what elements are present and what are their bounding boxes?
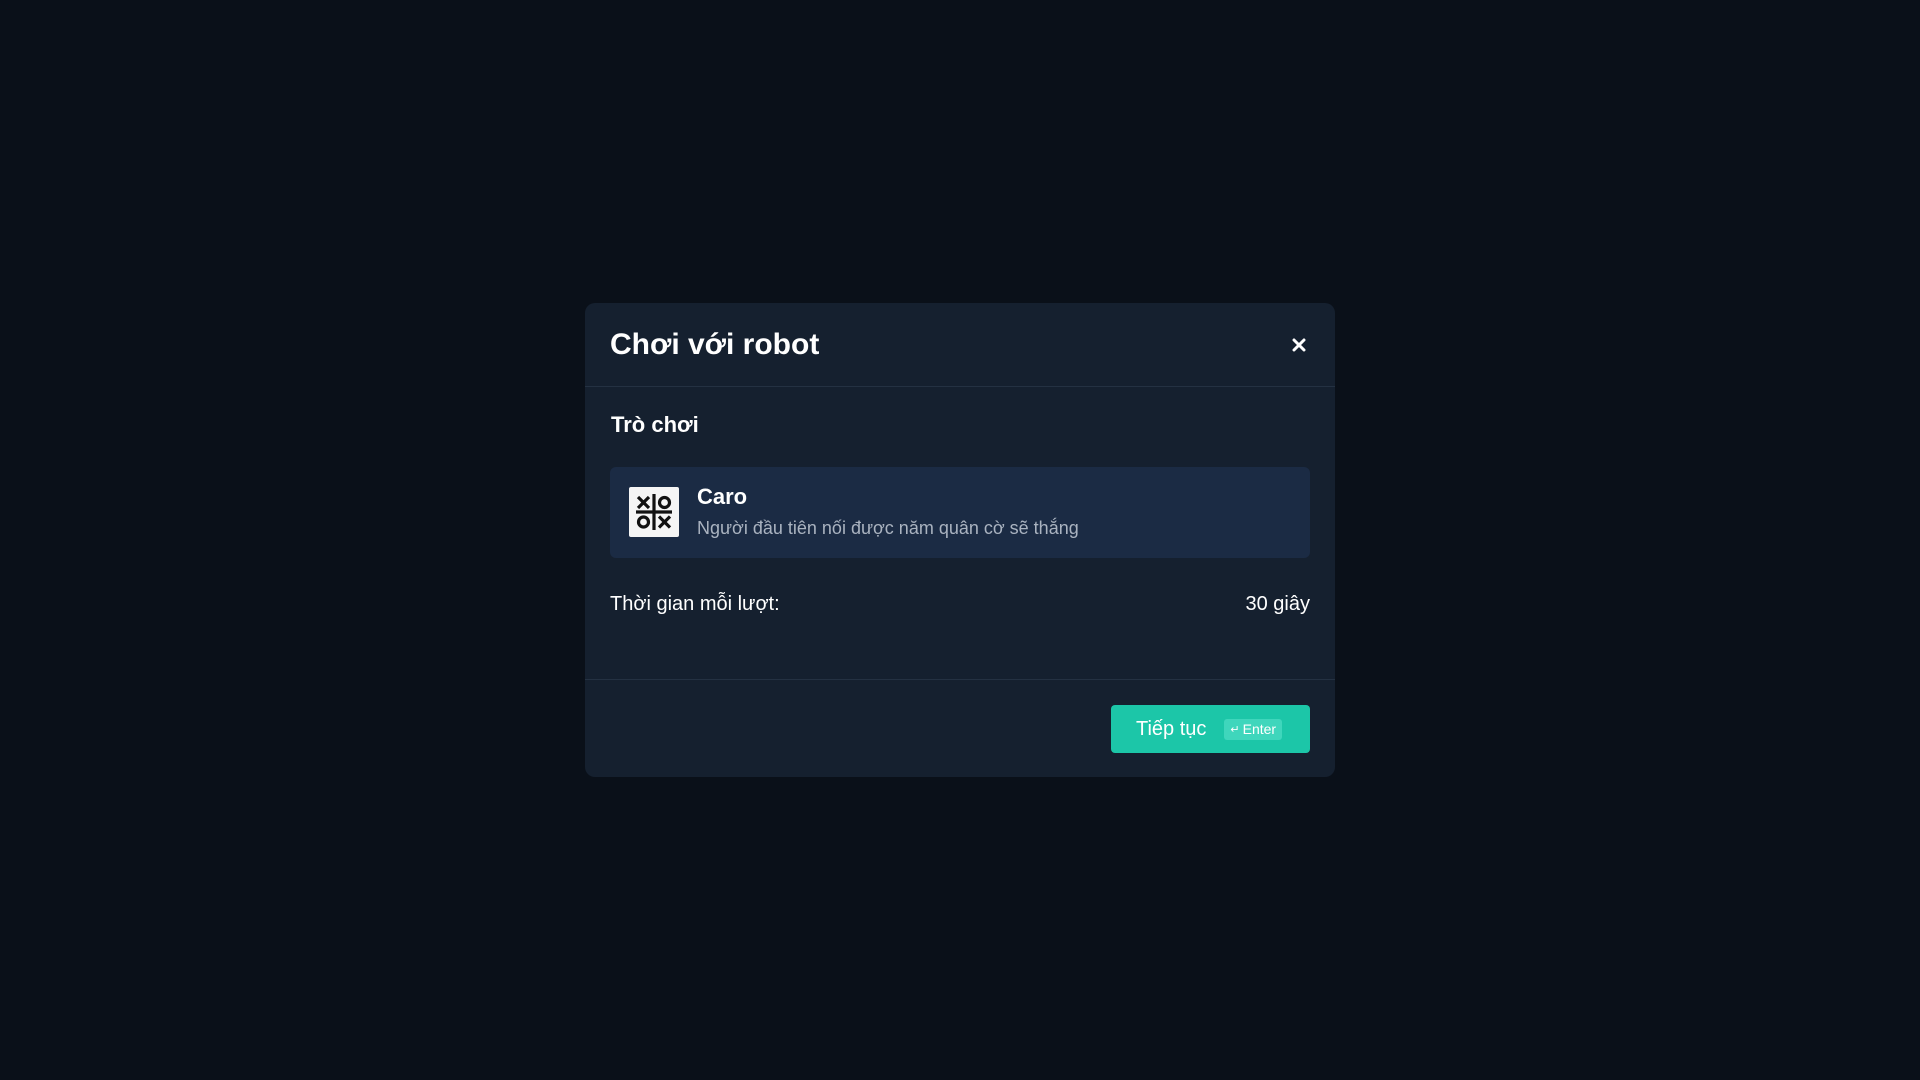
close-button[interactable] <box>1283 329 1315 361</box>
close-icon <box>1292 338 1306 352</box>
modal-header: Chơi với robot <box>585 303 1335 387</box>
section-title-games: Trò chơi <box>611 412 699 437</box>
shortcut-label: Enter <box>1242 721 1277 737</box>
tic-tac-toe-icon <box>629 487 679 537</box>
turn-time-value: 30 giây <box>1245 593 1311 615</box>
game-name: Caro <box>697 484 748 509</box>
modal-footer: Tiếp tục ↵ Enter <box>585 680 1335 776</box>
play-with-robot-dialog: Chơi với robot Trò chơi Caro Người đầu t… <box>585 303 1335 777</box>
continue-button[interactable]: Tiếp tục ↵ Enter <box>1111 705 1310 753</box>
modal-body: Trò chơi Caro Người đầu tiên nối được nă… <box>585 387 1335 680</box>
enter-key-icon: ↵ <box>1230 723 1240 736</box>
enter-shortcut-hint: ↵ Enter <box>1224 718 1283 740</box>
turn-time-label: Thời gian mỗi lượt: <box>610 593 780 615</box>
game-description: Người đầu tiên nối được năm quân cờ sẽ t… <box>697 518 1079 538</box>
modal-title: Chơi với robot <box>610 328 820 361</box>
game-card-caro[interactable]: Caro Người đầu tiên nối được năm quân cờ… <box>610 467 1310 558</box>
continue-button-label: Tiếp tục <box>1136 718 1207 740</box>
